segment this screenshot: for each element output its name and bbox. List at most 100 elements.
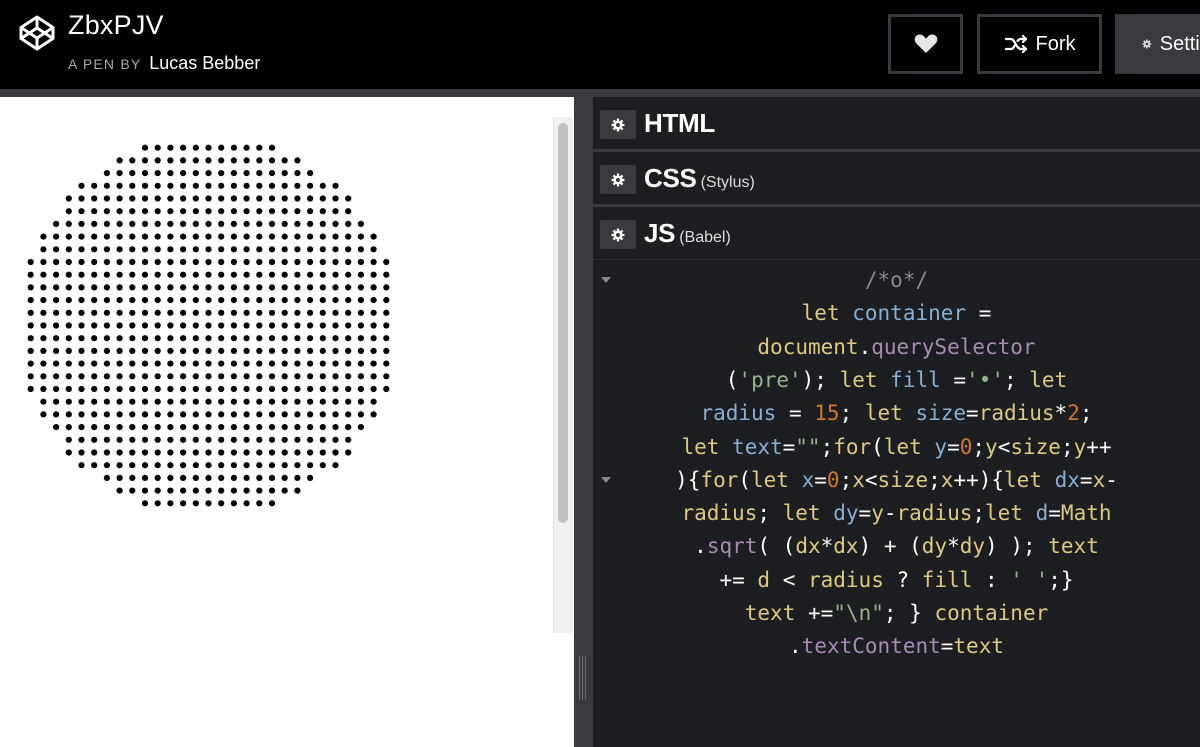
dot — [180, 297, 187, 304]
dot — [345, 347, 352, 354]
dot — [129, 385, 136, 393]
dot — [383, 373, 390, 380]
dot — [268, 474, 276, 481]
dot — [154, 297, 161, 304]
dot — [167, 170, 174, 177]
pane-splitter[interactable] — [574, 97, 593, 747]
dot — [370, 246, 377, 253]
dot — [307, 449, 314, 456]
dot — [307, 424, 314, 431]
dot — [103, 258, 110, 266]
result-preview[interactable] — [0, 97, 574, 747]
dot — [103, 411, 110, 418]
dot — [103, 246, 110, 253]
dot — [281, 449, 288, 456]
dot — [268, 500, 276, 507]
code-token: ++ — [1086, 434, 1112, 459]
dot — [116, 373, 123, 380]
resize-grip-icon[interactable] — [579, 656, 587, 700]
dot — [294, 474, 301, 481]
dot — [268, 347, 276, 354]
dot — [205, 220, 212, 227]
gear-icon — [611, 118, 625, 131]
dot — [91, 411, 98, 418]
dot — [141, 144, 149, 151]
dot — [319, 385, 326, 393]
dot — [370, 233, 377, 240]
dot — [281, 436, 288, 443]
dot — [294, 258, 301, 266]
dot — [268, 208, 276, 215]
code-token: text — [953, 634, 1004, 659]
dot — [281, 322, 288, 329]
dot — [192, 258, 199, 266]
dot — [243, 411, 250, 418]
dot — [154, 373, 161, 380]
dot — [281, 462, 288, 469]
dot — [65, 220, 72, 227]
code-line: /*o*/ — [593, 264, 1200, 297]
dot — [230, 424, 237, 431]
dot — [268, 195, 276, 202]
dot — [116, 424, 123, 431]
dot — [370, 322, 377, 329]
dot — [78, 322, 85, 329]
css-editor-header[interactable]: CSS (Stylus) — [593, 152, 1200, 207]
dot — [205, 500, 212, 507]
dot — [180, 449, 187, 456]
js-settings-button[interactable] — [600, 220, 636, 249]
dot — [141, 233, 149, 240]
dot — [243, 474, 250, 481]
dot — [230, 462, 237, 469]
code-token: text — [1048, 534, 1099, 559]
settings-button[interactable]: Settings — [1115, 14, 1200, 74]
pen-header: ZbxPJV A PEN BY Lucas Bebber Fork Setti — [0, 0, 1200, 89]
dot — [103, 424, 110, 431]
dot — [78, 284, 85, 291]
dot — [230, 157, 237, 164]
html-settings-button[interactable] — [600, 110, 636, 139]
dot — [357, 233, 364, 240]
dot — [91, 258, 98, 266]
dot — [205, 246, 212, 253]
js-editor-header[interactable]: JS (Babel) — [593, 207, 1200, 260]
dot — [294, 233, 301, 240]
dot — [370, 398, 377, 405]
fork-button[interactable]: Fork — [977, 14, 1102, 74]
dot — [167, 449, 174, 456]
html-editor-header[interactable]: HTML — [593, 97, 1200, 152]
dot — [167, 322, 174, 329]
dot — [167, 436, 174, 443]
dot — [154, 322, 161, 329]
dot — [27, 360, 34, 367]
dot — [370, 284, 377, 291]
dot — [205, 182, 212, 189]
dot — [281, 170, 288, 177]
css-settings-button[interactable] — [600, 165, 636, 194]
code-token: ){ — [675, 467, 701, 492]
dot — [167, 195, 174, 202]
dot — [256, 297, 263, 304]
code-token: let — [681, 434, 720, 459]
dot — [243, 220, 250, 227]
dot — [141, 309, 149, 316]
dot — [141, 436, 149, 443]
dot — [65, 271, 72, 278]
dot — [154, 157, 161, 164]
dot — [230, 487, 237, 494]
dot — [91, 398, 98, 405]
pen-author-link[interactable]: Lucas Bebber — [149, 53, 260, 73]
preview-scrollbar-thumb[interactable] — [558, 123, 568, 523]
codepen-logo-icon[interactable] — [18, 14, 56, 52]
dot — [256, 157, 263, 164]
dot — [116, 411, 123, 418]
code-token: ); — [801, 367, 840, 392]
dot — [294, 157, 301, 164]
code-token: ( — [725, 367, 739, 392]
love-button[interactable] — [888, 14, 963, 74]
code-token: ; — [928, 467, 941, 492]
dot — [91, 347, 98, 354]
dot — [332, 271, 339, 278]
dot — [357, 360, 364, 367]
